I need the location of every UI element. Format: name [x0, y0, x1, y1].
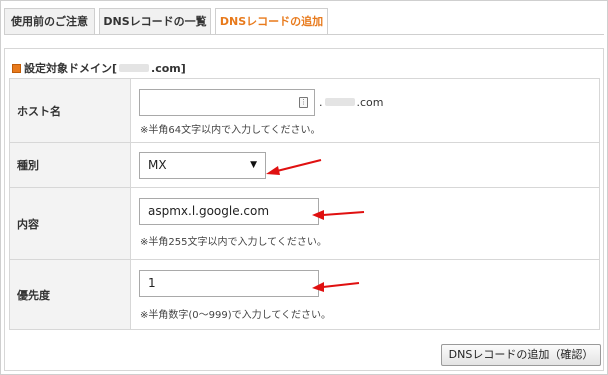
key-icon: ⋮: [299, 97, 308, 108]
host-domain-suffix-text: .com: [356, 96, 384, 109]
priority-note: ※半角数字(0～999)で入力してください。: [140, 310, 332, 321]
form-row-content: 内容 aspmx.l.google.com ※半角255文字以内で入力してくださ…: [9, 187, 600, 260]
type-label: 種別: [9, 142, 131, 188]
dns-form-table: ホスト名 ⋮ . .com ※半角64文字以内で入力してください。 種別 MX …: [9, 78, 600, 330]
caret-down-icon: ▼: [250, 160, 257, 170]
form-row-host: ホスト名 ⋮ . .com ※半角64文字以内で入力してください。: [9, 78, 600, 143]
masked-domain: [119, 64, 150, 72]
tab-divider: [4, 34, 604, 35]
content-note: ※半角255文字以内で入力してください。: [140, 237, 327, 248]
square-bullet-icon: [12, 64, 21, 73]
panel-title: 設定対象ドメイン[ .com]: [12, 60, 186, 76]
priority-label: 優先度: [9, 259, 131, 330]
panel-title-suffix: .com]: [151, 62, 186, 75]
window-frame: 使用前のご注意 DNSレコードの一覧 DNSレコードの追加 設定対象ドメイン[.…: [0, 0, 608, 375]
masked-domain-suffix: [324, 98, 355, 106]
dns-add-panel: 設定対象ドメイン[ .com] ホスト名 ⋮ . .com ※半角64文字以内で入力…: [4, 48, 604, 371]
host-input[interactable]: ⋮: [139, 89, 315, 116]
tab-dns-record-add-label: DNSレコードの追加: [219, 15, 324, 28]
tab-precautions-label: 使用前のご注意: [11, 15, 88, 28]
content-input-value: aspmx.l.google.com: [148, 204, 270, 218]
tab-dns-record-list-label: DNSレコードの一覧: [103, 15, 207, 28]
host-note: ※半角64文字以内で入力してください。: [140, 125, 321, 136]
annotation-arrow-priority: [312, 282, 360, 292]
content-label: 内容: [9, 187, 131, 260]
form-row-priority: 優先度 1 ※半角数字(0～999)で入力してください。: [9, 259, 600, 330]
host-domain-suffix: . .com: [319, 96, 384, 109]
type-select[interactable]: MX ▼: [139, 152, 266, 179]
annotation-arrow-content: [312, 210, 365, 220]
tab-dns-record-list[interactable]: DNSレコードの一覧: [99, 8, 211, 34]
priority-input-value: 1: [148, 276, 156, 290]
host-label: ホスト名: [9, 78, 131, 143]
content-input[interactable]: aspmx.l.google.com: [139, 198, 319, 225]
panel-title-prefix: 設定対象ドメイン[: [24, 62, 118, 75]
add-dns-record-confirm-button[interactable]: DNSレコードの追加（確認）: [441, 344, 601, 366]
priority-input[interactable]: 1: [139, 270, 319, 297]
tab-precautions[interactable]: 使用前のご注意: [4, 8, 95, 34]
type-select-value: MX: [148, 158, 167, 172]
tab-dns-record-add[interactable]: DNSレコードの追加: [215, 8, 328, 35]
annotation-arrow-type: [266, 159, 322, 175]
